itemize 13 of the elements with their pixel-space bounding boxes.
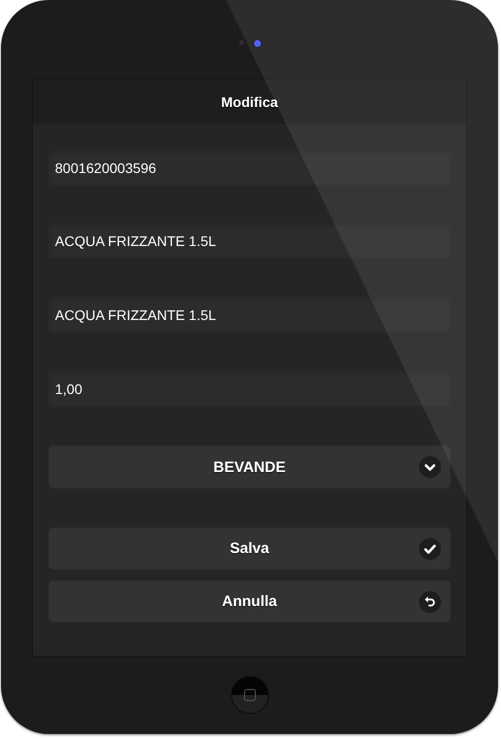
save-button[interactable]: Salva (48, 527, 451, 570)
camera-icon (253, 39, 262, 48)
cancel-button[interactable]: Annulla (48, 580, 451, 623)
text-field[interactable]: 1,00 (48, 371, 451, 407)
text-field[interactable]: ACQUA FRIZZANTE 1.5L (48, 297, 451, 333)
text-field[interactable]: 8001620003596 (48, 150, 451, 186)
text-field[interactable]: ACQUA FRIZZANTE 1.5L (48, 223, 451, 259)
check-icon (419, 538, 441, 560)
chevron-down-icon (419, 456, 441, 478)
undo-icon (419, 590, 441, 612)
category-select[interactable]: BEVANDE (48, 445, 451, 489)
page-title: Modifica (221, 94, 278, 110)
home-button[interactable] (230, 676, 268, 714)
